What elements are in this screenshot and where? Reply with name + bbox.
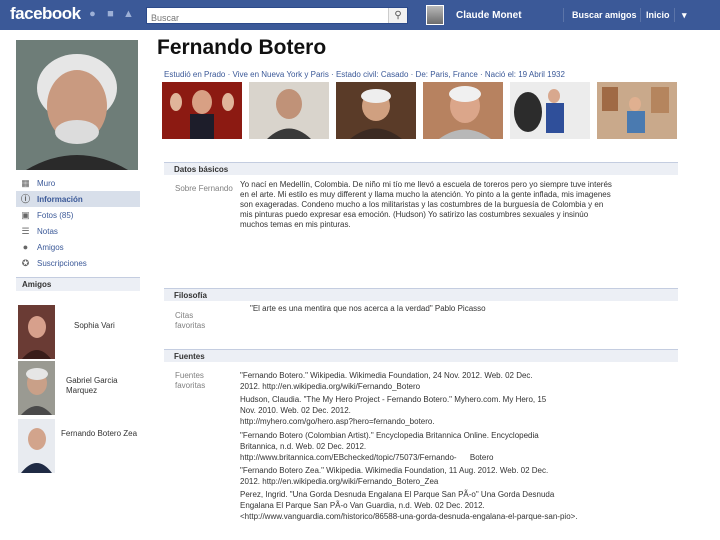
source-line[interactable]: http://www.britannica.com/EBchecked/topi…: [240, 453, 690, 463]
notifications-icon[interactable]: ▲: [122, 8, 135, 21]
user-avatar[interactable]: [426, 5, 444, 25]
source-line: Engalana El Parque San PÃ-o Van Guardia,…: [240, 501, 485, 510]
favorite-quotes-label: Citas: [175, 311, 194, 320]
profile-info-line: Estudió en Prado · Vive en Nueva York y …: [164, 70, 565, 79]
wall-icon: ▦: [21, 177, 30, 188]
sources-label: Fuentes: [175, 371, 204, 380]
sources-header: Fuentes: [164, 349, 678, 362]
photo-strip: [162, 82, 677, 139]
nav-item-friends[interactable]: ● Amigos: [16, 239, 140, 255]
top-bar: facebook ● ■ ▲ ⚲ Claude Monet Buscar ami…: [0, 0, 720, 30]
home-link[interactable]: Inicio: [646, 10, 670, 20]
friend-name-link[interactable]: Fernando Botero Zea: [61, 429, 137, 438]
source-line: Nov. 2010. Web. 02 Dec. 2012.: [240, 406, 351, 415]
source-line: "Fernando Botero Zea." Wikipedia. Wikime…: [240, 466, 549, 475]
friend-photo[interactable]: [18, 361, 55, 415]
search-box: ⚲: [146, 7, 408, 26]
source-line: Perez, Ingrid. "Una Gorda Desnuda Engala…: [240, 490, 555, 499]
nav-item-label: Amigos: [37, 242, 64, 252]
friend-requests-icon[interactable]: ●: [86, 8, 99, 21]
photos-icon: ▣: [21, 209, 30, 220]
favorite-quote: "El arte es una mentira que nos acerca a…: [250, 304, 486, 313]
photo-thumbnail[interactable]: [423, 82, 503, 139]
nav-item-label: Muro: [37, 178, 56, 188]
friend-name-link[interactable]: Gabriel Garcia: [66, 376, 118, 385]
favorite-quotes-label-continued: favoritas: [175, 321, 206, 330]
friend-photo[interactable]: [18, 419, 55, 473]
sources-label-continued: favoritas: [175, 381, 206, 390]
source-line[interactable]: 2012. http://en.wikipedia.org/wiki/Ferna…: [240, 382, 690, 392]
source-line[interactable]: <http://www.vanguardia.com/historico/865…: [240, 512, 690, 522]
nav-item-notes[interactable]: ☰ Notas: [16, 223, 140, 239]
friend-name-link-continued[interactable]: Marquez: [66, 386, 97, 395]
photo-thumbnail[interactable]: [597, 82, 677, 139]
subscriptions-icon: ✪: [21, 257, 30, 268]
nav-divider: [640, 8, 641, 22]
source-line: "Fernando Botero (Colombian Artist)." En…: [240, 431, 539, 440]
nav-item-subscriptions[interactable]: ✪ Suscripciones: [16, 255, 140, 271]
about-line: muchos temas en mis pinturas.: [240, 220, 351, 229]
source-line: Hudson, Claudia. "The My Hero Project - …: [240, 395, 547, 404]
nav-item-wall[interactable]: ▦ Muro: [16, 175, 140, 191]
nav-item-info[interactable]: ⓘ Información: [16, 191, 140, 207]
jewel-icons: ● ■ ▲: [86, 8, 135, 21]
source-line: Britannica, n.d. Web. 02 Dec. 2012.: [240, 442, 367, 451]
page-title: Fernando Botero: [157, 36, 327, 59]
photo-thumbnail[interactable]: [162, 82, 242, 139]
friends-header[interactable]: Amigos: [16, 277, 140, 291]
search-icon[interactable]: ⚲: [388, 8, 407, 23]
philosophy-header: Filosofía: [164, 288, 678, 301]
account-menu-arrow[interactable]: ▾: [682, 10, 687, 21]
about-text: Yo nací en Medellín, Colombia. De niño m…: [240, 180, 680, 230]
nav-item-label: Fotos (85): [37, 210, 74, 220]
nav-item-photos[interactable]: ▣ Fotos (85): [16, 207, 140, 223]
photo-thumbnail[interactable]: [336, 82, 416, 139]
photo-thumbnail[interactable]: [249, 82, 329, 139]
nav-divider: [674, 8, 675, 22]
source-line[interactable]: http://myhero.com/go/hero.asp?hero=ferna…: [240, 417, 690, 427]
profile-picture[interactable]: [16, 40, 138, 170]
notes-icon: ☰: [21, 225, 30, 236]
left-nav: ▦ Muro ⓘ Información ▣ Fotos (85) ☰ Nota…: [16, 175, 140, 271]
photo-thumbnail[interactable]: [510, 82, 590, 139]
source-line: "Fernando Botero." Wikipedia. Wikimedia …: [240, 371, 533, 380]
friend-photo[interactable]: [18, 305, 55, 359]
user-name-link[interactable]: Claude Monet: [456, 10, 522, 21]
friends-icon: ●: [22, 241, 29, 252]
about-label: Sobre Fernando: [175, 184, 233, 193]
profile-portrait-graphic: [16, 40, 138, 170]
about-line: Yo nací en Medellín, Colombia. De niño m…: [240, 180, 612, 189]
search-input[interactable]: [147, 10, 391, 26]
nav-item-label: Suscripciones: [37, 258, 87, 268]
nav-divider: [563, 8, 564, 22]
facebook-logo[interactable]: facebook: [10, 4, 81, 24]
find-friends-link[interactable]: Buscar amigos: [572, 10, 637, 20]
about-line: mis pinturas puedo expresar esa emoción.…: [240, 210, 589, 219]
about-line: en el arte. Mi estilo es muy different y…: [240, 190, 611, 199]
basic-info-header: Datos básicos: [164, 162, 678, 175]
nav-item-label: Información: [37, 194, 83, 204]
friend-name-link[interactable]: Sophia Vari: [74, 321, 115, 330]
nav-item-label: Notas: [37, 226, 58, 236]
about-line: son exageradas. Condeno mucho a los mili…: [240, 200, 604, 209]
source-line[interactable]: 2012. http://en.wikipedia.org/wiki/Ferna…: [240, 477, 690, 487]
messages-icon[interactable]: ■: [104, 8, 117, 21]
info-icon: ⓘ: [20, 193, 30, 204]
